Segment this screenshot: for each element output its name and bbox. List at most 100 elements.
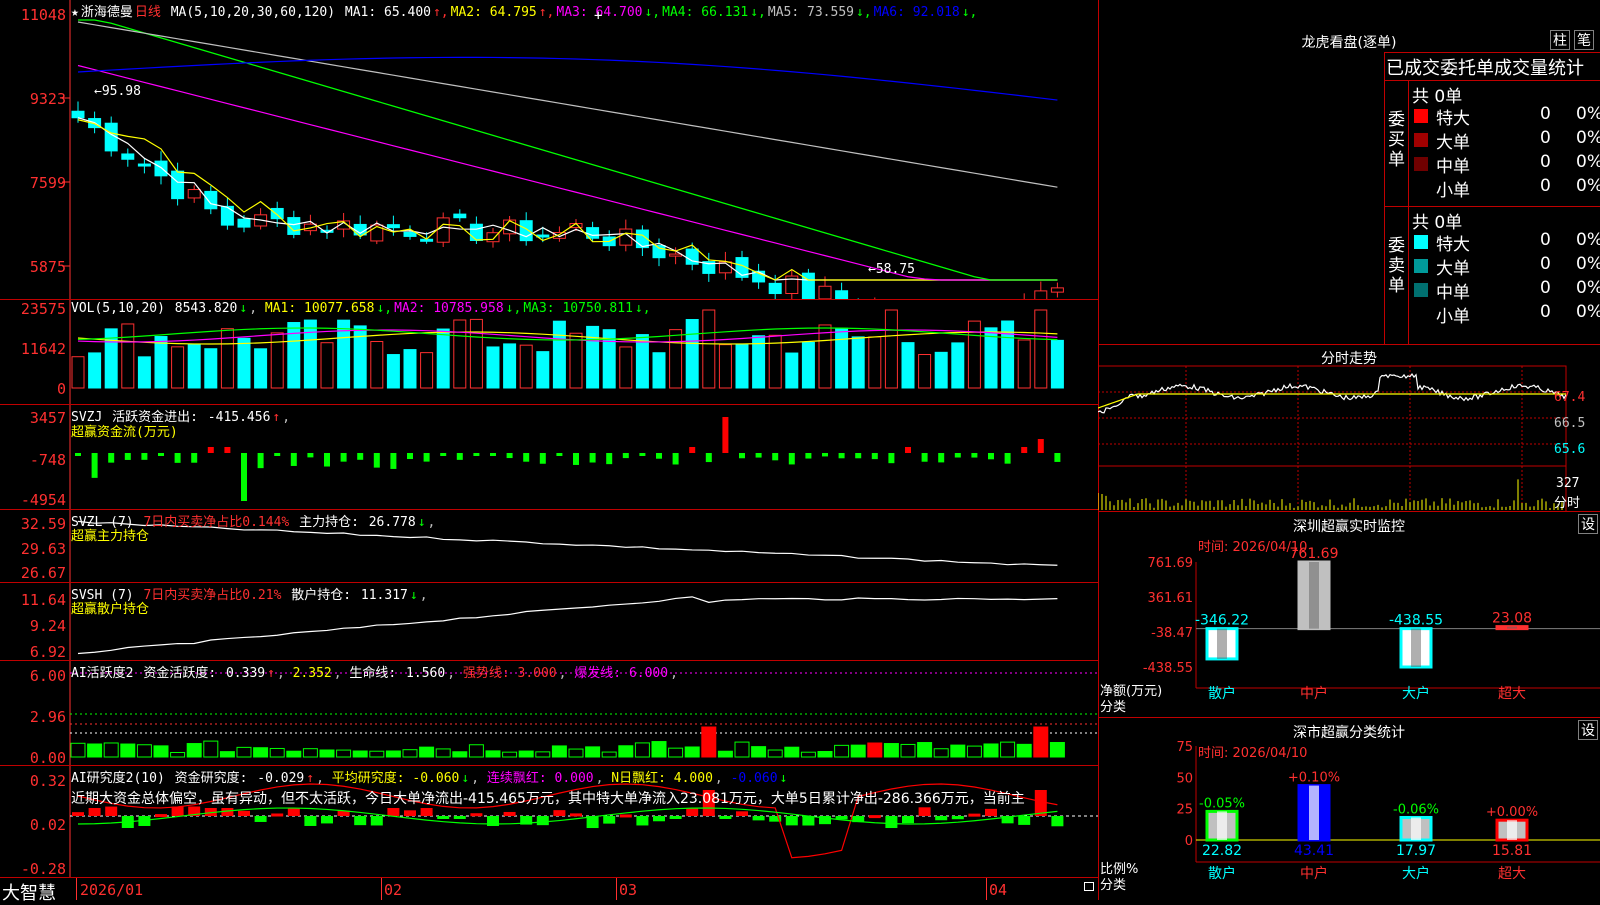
ai1-bar-47: [850, 744, 866, 758]
svzj-bar-43: [788, 453, 795, 465]
stats-bar-shine-2: [1411, 817, 1421, 840]
ai1-bar-28: [535, 751, 551, 758]
date-label-0: 2026/01: [80, 881, 144, 899]
mon-category-3: 超大: [1498, 686, 1526, 702]
avg-research: 平均研究度: -0.060: [331, 771, 460, 786]
low-price-label: ←58.75: [868, 262, 915, 277]
svzl-ratio: 7日内买卖净占比0.144%: [143, 515, 290, 530]
svzj-bar-3: [124, 453, 131, 460]
vol-bar-51: [918, 354, 932, 389]
ai1-bar-55: [983, 743, 999, 758]
ai2-bar-6: [171, 806, 184, 816]
buy-count-1: 0: [1540, 128, 1551, 148]
svzj-bar-46: [838, 453, 845, 459]
life-line-value: 1.560: [406, 666, 446, 681]
vol-bar-59: [1050, 339, 1064, 389]
ai-active-pane[interactable]: AI活跃度2 资金活跃度: 0.339 ↑, 2.352, 生命线: 1.560,…: [0, 661, 1098, 766]
intraday-label-2: 65.6: [1554, 442, 1586, 457]
mon-category-0: 散户: [1208, 685, 1236, 702]
stats-axis-label-2: 25: [1176, 803, 1193, 818]
ai1-bar-50: [900, 743, 916, 758]
ai-research-value: -0.029: [257, 771, 305, 786]
svzj-bar-25: [490, 453, 496, 456]
ai2-bar-51: [918, 807, 931, 816]
ai1-bar-58: [1033, 726, 1049, 758]
ai-active-title: AI活跃度2: [71, 666, 134, 681]
ai-research-pane[interactable]: AI研究度2(10) 资金研究度: -0.029 ↑, 平均研究度: -0.060…: [0, 766, 1098, 878]
ai1-bar-3: [120, 743, 136, 758]
ma-header: MA(5,10,20,30,60,120): [170, 5, 336, 20]
vol-bar-34: [635, 334, 649, 389]
vol-bar-25: [486, 346, 500, 389]
ai1-bar-34: [634, 742, 650, 758]
lock-icon[interactable]: [1084, 882, 1094, 891]
ai2-bar-17: [354, 816, 367, 826]
vol-bar-53: [951, 342, 965, 389]
period-label[interactable]: 日线: [135, 5, 161, 20]
vol-bar-18: [370, 341, 384, 389]
ai1-bar-23: [452, 751, 468, 758]
intraday-avg-line: [1098, 393, 1566, 409]
date-label-2: 03: [619, 881, 638, 899]
svzj-bar-9: [224, 447, 231, 453]
ai1-bar-32: [601, 751, 617, 758]
vol-bar-31: [586, 325, 600, 389]
svzj-pane[interactable]: SVZJ 活跃资金进出: -415.456 ↑, 超赢资金流(万元) 3457 -…: [0, 405, 1098, 510]
mon-axis-label-0: 761.69: [1148, 556, 1194, 571]
ai2-bar-37: [686, 808, 699, 816]
buy-row-3: 小单 0 0%: [1410, 176, 1600, 201]
ma-arrow-1: ↓,: [505, 301, 522, 316]
sell-name-2: 中单: [1436, 283, 1470, 303]
vol-bar-27: [519, 344, 533, 389]
stroke-mode-button[interactable]: 笔: [1574, 30, 1594, 50]
svzj-axis-0: 3457: [29, 409, 66, 427]
ai1-bar-10: [236, 746, 252, 758]
svsh-pane[interactable]: SVSH (7) 7日内买卖净占比0.21% 散户持仓: 11.317 ↓, 超赢…: [0, 583, 1098, 661]
vol-bar-19: [386, 354, 400, 389]
sell-count-1: 0: [1540, 254, 1551, 274]
stats-change-label-0: -0.05%: [1199, 796, 1245, 811]
price-pane[interactable]: ★ 浙海德曼 日线 MA(5,10,20,30,60,120) MA1: 65.40…: [0, 0, 1098, 300]
sz-stats-xlabel: 分类: [1100, 878, 1127, 893]
ma-arrow-0: ↓,: [376, 301, 393, 316]
ma-line-3: [77, 64, 1058, 281]
stats-value-label-0: 22.82: [1202, 843, 1242, 859]
vol-bar-7: [187, 343, 201, 389]
vol-bar-43: [785, 352, 799, 389]
dragon-title: 龙虎看盘(逐单): [1301, 35, 1397, 51]
ai-research-last: -0.060: [730, 771, 778, 786]
ai2-bar-19: [387, 808, 400, 816]
ai1-bar-41: [751, 746, 767, 758]
ai-active-header: AI活跃度2 资金活跃度: 0.339 ↑, 2.352, 生命线: 1.560,…: [71, 666, 678, 681]
stats-category-3: 超大: [1498, 866, 1526, 882]
ai-active-axis-0: 6.00: [29, 667, 66, 685]
vol-bar-33: [619, 346, 633, 389]
strong-line-label: 强势线: 3.000: [462, 666, 557, 681]
vol-bar-12: [270, 332, 284, 389]
intraday-panel[interactable]: 分时走势 67.4 66.5 65.6 327 分时: [1098, 344, 1600, 512]
continuous-red: 连续飘红: 0.000: [486, 771, 594, 786]
burst-line-label: 爆发线: 6.000: [574, 666, 669, 681]
svzj-subtitle: 超赢资金流(万元): [71, 425, 178, 440]
svzj-bar-10: [241, 453, 247, 501]
sell-orders-label: 委卖单: [1388, 236, 1405, 296]
ai2-bar-30: [570, 813, 582, 817]
ai1-bar-49: [883, 743, 899, 758]
candle-23: [453, 213, 467, 219]
vol-bar-22: [436, 328, 450, 389]
candle-20: [403, 231, 417, 237]
ma-item-5: MA6: 92.018: [873, 5, 960, 20]
svzl-pane[interactable]: SVZL (7) 7日内买卖净占比0.144% 主力持仓: 26.778 ↓, 超…: [0, 510, 1098, 583]
svzj-bar-45: [822, 453, 828, 457]
svzj-bar-44: [805, 453, 812, 459]
ai1-bar-48: [867, 742, 883, 758]
ai-active-label: 资金活跃度:: [143, 666, 217, 681]
column-mode-button[interactable]: 柱: [1550, 30, 1570, 50]
intraday-chart[interactable]: [1098, 344, 1600, 512]
ma-item-1: MA2: 10785.958: [394, 301, 504, 316]
volume-pane[interactable]: VOL(5,10,20) 8543.820 ↓, MA1: 10077.658 ↓,…: [0, 300, 1098, 405]
sell-count-3: 0: [1540, 302, 1551, 322]
ai2-bar-21: [420, 808, 433, 816]
svzj-bar-32: [606, 453, 613, 465]
price-chart[interactable]: [0, 0, 1098, 300]
